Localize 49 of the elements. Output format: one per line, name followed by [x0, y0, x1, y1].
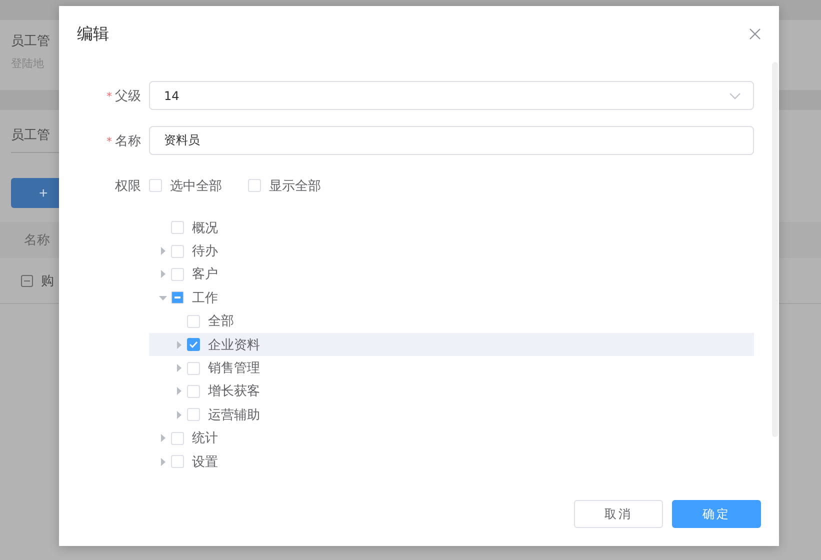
field-label: 父级	[115, 88, 141, 104]
tree-item-label: 运营辅助	[208, 406, 260, 424]
tree-item-label: 企业资料	[208, 336, 260, 354]
tree-item[interactable]: 销售管理	[149, 356, 754, 380]
tree-item[interactable]: 全部	[149, 310, 754, 333]
check-icon	[189, 341, 198, 348]
minus-icon	[172, 292, 183, 304]
dialog-title: 编辑	[77, 24, 109, 44]
caret-right-icon[interactable]	[159, 247, 167, 256]
caret-right-icon[interactable]	[175, 364, 183, 372]
page-title: 员工管	[11, 33, 50, 50]
caret-right-icon[interactable]	[159, 270, 167, 278]
caret-right-icon[interactable]	[175, 387, 183, 396]
tree-item-label: 统计	[192, 430, 218, 448]
tree-item-label: 销售管理	[208, 360, 260, 378]
required-mark: *	[106, 134, 112, 148]
caret-down-icon[interactable]	[159, 294, 167, 302]
tree-item-label: 设置	[192, 454, 218, 471]
tree-item-label: 全部	[208, 313, 234, 330]
field-label: 名称	[115, 134, 141, 148]
required-mark: *	[106, 90, 112, 102]
scrollbar[interactable]	[772, 62, 778, 437]
field-label: 权限	[114, 178, 142, 194]
tree-item-label: 工作	[192, 290, 218, 307]
tree-item-label: 概况	[192, 220, 218, 237]
caret-right-icon[interactable]	[159, 434, 167, 442]
tree-item[interactable]: 运营辅助	[149, 403, 754, 427]
tree-item[interactable]: 企业资料	[149, 332, 754, 356]
cancel-button[interactable]: 取消	[574, 500, 663, 528]
collapse-icon[interactable]	[21, 274, 33, 286]
tree-item[interactable]: 工作	[149, 286, 754, 310]
tree-item[interactable]: 增长获客	[149, 380, 754, 404]
close-icon[interactable]	[749, 28, 761, 40]
tree-item-label: 待办	[192, 243, 218, 260]
tree-item-label: 客户	[192, 266, 218, 284]
checkbox[interactable]	[187, 338, 200, 352]
table-cell-text: 购	[41, 272, 54, 290]
chevron-down-icon[interactable]	[729, 92, 741, 100]
tree-item-label: 增长获客	[208, 383, 260, 400]
checkbox-label[interactable]: 选中全部	[170, 176, 222, 194]
caret-right-icon[interactable]	[175, 410, 183, 419]
tree-item[interactable]: 统计	[149, 426, 754, 450]
caret-right-icon[interactable]	[175, 340, 183, 349]
tree-item[interactable]: 客户	[149, 262, 754, 286]
checkbox-label[interactable]: 显示全部	[269, 176, 321, 194]
caret-right-icon[interactable]	[159, 458, 167, 466]
parent-select[interactable]: 14	[149, 81, 754, 110]
name-input[interactable]: 资料员	[149, 126, 754, 155]
tree-item[interactable]: 设置	[149, 450, 754, 474]
